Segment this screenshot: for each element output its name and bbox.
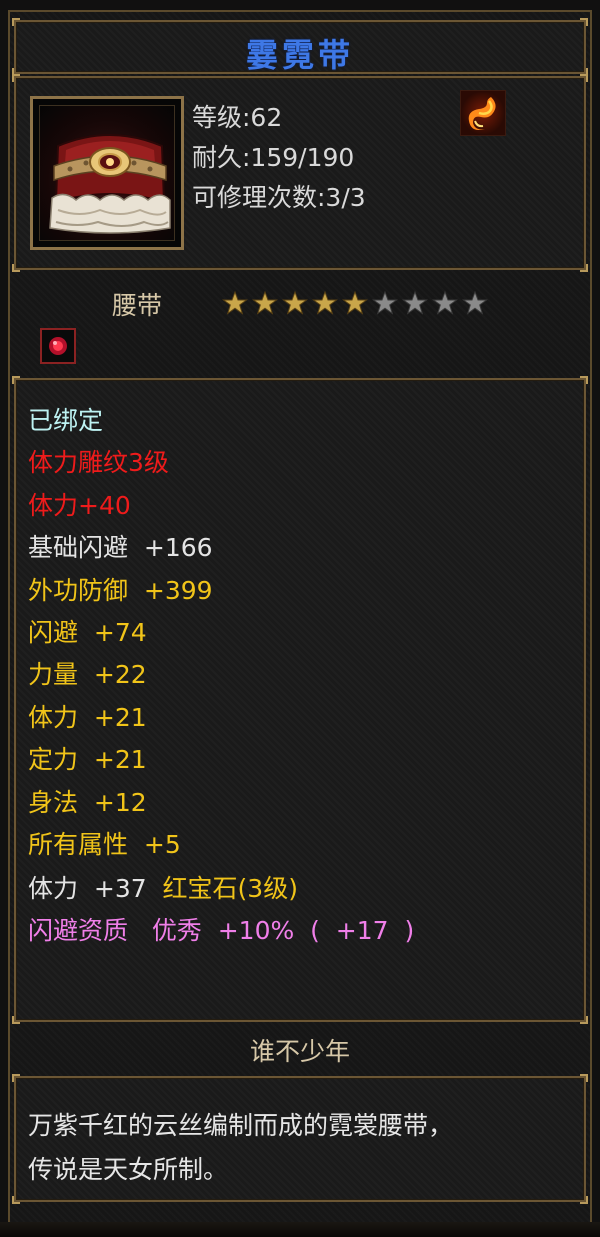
gem-stat-text: 体力 +37 <box>28 874 163 903</box>
gem-line: 体力 +37 红宝石(3级) <box>28 874 298 904</box>
attribute-line: 外功防御 +399 <box>28 575 213 605</box>
filled-star-icon <box>342 290 368 315</box>
item-tooltip: 霎霓带 等级:62 耐久:159/190 可修理次数:3/3 腰带 已绑定 体力… <box>0 0 600 1237</box>
repair-count-text: 可修理次数:3/3 <box>192 183 366 212</box>
description-panel: 万紫千红的云丝编制而成的霓裳腰带， 传说是天女所制。 <box>12 1074 588 1204</box>
attribute-line: 体力 +21 <box>28 702 147 732</box>
empty-star-icon <box>372 290 398 315</box>
item-icon-slot <box>30 96 184 250</box>
underlying-ui-strip <box>0 1222 600 1237</box>
empty-star-icon <box>432 290 458 315</box>
attribute-line: 闪避 +74 <box>28 618 147 647</box>
attribute-line: 基础闪避 +166 <box>28 533 213 563</box>
set-name: 谁不少年 <box>249 1037 350 1066</box>
filled-star-icon <box>312 290 338 315</box>
attribute-line: 定力 +21 <box>28 745 147 775</box>
description-line: 万紫千红的云丝编制而成的霓裳腰带， <box>28 1111 454 1140</box>
description-line: 传说是天女所制。 <box>28 1155 229 1184</box>
gem-name-text: 红宝石(3级) <box>162 874 298 903</box>
empty-star-icon <box>402 290 428 315</box>
item-header: 等级:62 耐久:159/190 可修理次数:3/3 <box>12 74 588 272</box>
durability-text: 耐久:159/190 <box>192 143 355 172</box>
item-name: 霎霓带 <box>245 36 354 74</box>
title-panel: 霎霓带 <box>12 18 588 76</box>
belt-item-icon <box>39 105 175 241</box>
attribute-line: 体力+40 <box>28 490 131 520</box>
empty-star-icon <box>462 290 488 315</box>
aptitude-line: 闪避资质 优秀 +10% ( +17 ) <box>28 916 415 945</box>
red-gem-socket-icon <box>40 328 76 364</box>
attribute-line: 身法 +12 <box>28 787 147 817</box>
level-text: 等级:62 <box>192 103 283 132</box>
fire-swirl-icon <box>460 90 506 136</box>
item-type: 腰带 <box>112 291 163 320</box>
attribute-line: 已绑定 <box>28 406 104 435</box>
star-rating <box>222 290 488 316</box>
attribute-line: 所有属性 +5 <box>28 830 181 859</box>
filled-star-icon <box>252 290 278 315</box>
filled-star-icon <box>282 290 308 315</box>
type-panel: 腰带 <box>14 272 586 372</box>
attribute-panel: 已绑定体力雕纹3级 体力+40 基础闪避 +166 外功防御 +399 闪避 +74 力量… <box>12 376 588 1024</box>
attribute-line: 体力雕纹3级 <box>28 448 169 478</box>
filled-star-icon <box>222 290 248 315</box>
attribute-line: 力量 +22 <box>28 660 147 690</box>
